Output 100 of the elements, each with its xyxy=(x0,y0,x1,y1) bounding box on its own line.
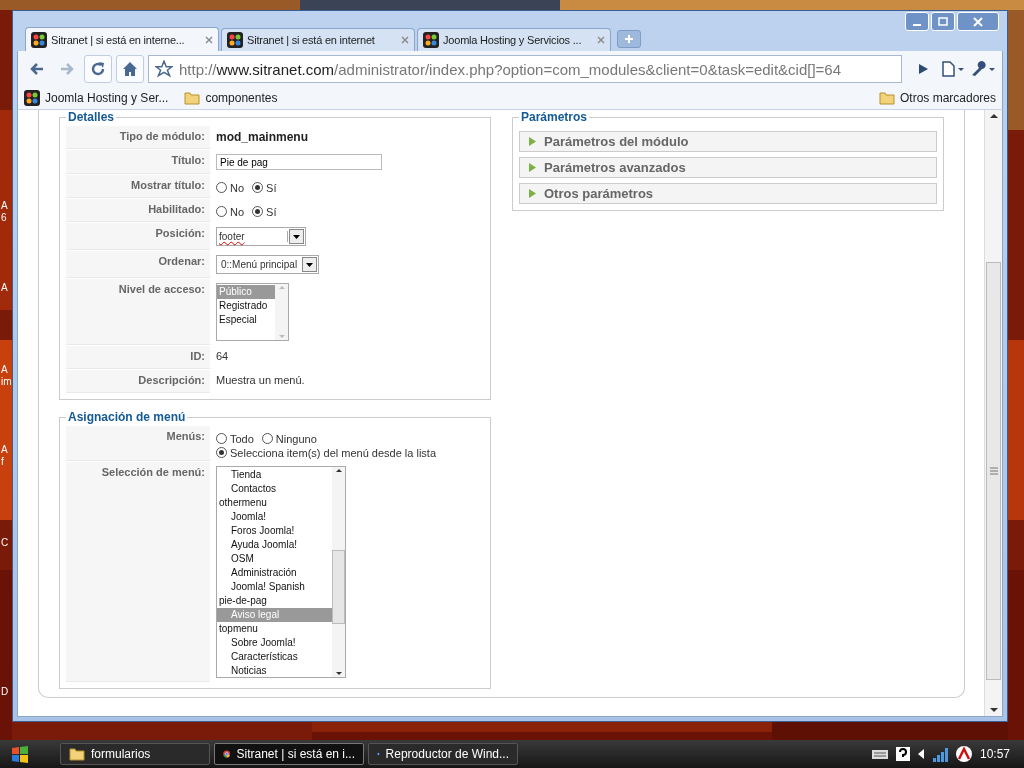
back-icon[interactable] xyxy=(29,61,45,77)
list-item[interactable]: Especial xyxy=(217,313,275,327)
wrench-icon[interactable] xyxy=(970,61,996,77)
reload-icon xyxy=(90,61,106,77)
home-icon xyxy=(122,61,138,77)
close-icon xyxy=(205,35,213,44)
list-item[interactable]: Tienda xyxy=(217,468,332,482)
radio-label: Selecciona item(s) del menú desde la lista xyxy=(230,446,437,459)
taskbar-button[interactable]: Sitranet | si está en i... xyxy=(214,743,364,765)
browser-tab[interactable]: Joomla Hosting y Servicios ... xyxy=(417,28,611,51)
clock: 10:57 xyxy=(979,747,1010,761)
bookmark-folder[interactable]: Otros marcadores xyxy=(878,91,996,105)
list-item[interactable]: OSM xyxy=(217,552,332,566)
radio-label: No xyxy=(230,181,245,194)
close-icon xyxy=(401,36,409,44)
browser-tab[interactable]: Sitranet | si está en internet xyxy=(221,28,415,51)
caret-icon[interactable] xyxy=(917,749,924,759)
list-item[interactable]: Joomla! xyxy=(217,510,332,524)
radio-label: Sí xyxy=(266,181,277,194)
list-item[interactable]: Registrado xyxy=(217,299,275,313)
list-group-label: pie-de-pag xyxy=(218,594,268,608)
site-icon xyxy=(423,32,439,48)
radio-label: Sí xyxy=(266,205,277,218)
list-item[interactable]: Ayuda Joomla! xyxy=(217,538,332,552)
scrollbar[interactable] xyxy=(275,284,288,340)
folder-icon xyxy=(184,91,201,105)
help-icon[interactable] xyxy=(895,747,910,761)
dropdown[interactable]: footer xyxy=(216,227,306,246)
field-label: ID: xyxy=(66,346,210,369)
radio-label: Todo xyxy=(230,432,254,445)
field-value: Muestra un menú. xyxy=(216,373,305,386)
taskbar-button[interactable]: formularios xyxy=(60,743,210,765)
page-menu-icon[interactable] xyxy=(941,61,965,77)
field-label: Posición: xyxy=(66,223,210,250)
triangle-right-icon xyxy=(528,163,536,172)
field-label: Habilitado: xyxy=(66,199,210,222)
site-icon xyxy=(227,32,243,48)
input-field[interactable]: Pie de pag xyxy=(216,154,382,170)
reload-button[interactable] xyxy=(84,55,112,83)
grip-icon xyxy=(989,467,998,475)
bookmark-folder[interactable]: componentes xyxy=(184,90,278,106)
arrow-down-icon xyxy=(334,670,343,677)
radio-button[interactable] xyxy=(216,446,227,458)
caret-icon xyxy=(292,232,301,241)
scrollbar[interactable] xyxy=(984,110,1002,716)
list-item[interactable]: Características xyxy=(217,650,332,664)
folder-icon xyxy=(69,747,85,761)
close-button[interactable] xyxy=(957,12,999,31)
section-title: Parámetros xyxy=(520,110,589,124)
radio-button[interactable] xyxy=(261,432,273,444)
go-icon[interactable] xyxy=(917,63,929,75)
url-text: http://www.sitranet.com/administrator/index.php?option=com_modules&client=0&task=edit&cid[]=64 xyxy=(179,60,842,78)
star-icon[interactable] xyxy=(155,60,173,78)
antivirus-icon[interactable] xyxy=(955,746,972,762)
radio-label: Ninguno xyxy=(275,432,317,445)
maximize-button[interactable] xyxy=(931,12,955,31)
radio-button[interactable] xyxy=(216,181,227,193)
list-item[interactable]: Foros Joomla! xyxy=(217,524,332,538)
dropdown[interactable]: 0::Menú principal xyxy=(216,255,320,274)
taskbar-button[interactable]: Reproductor de Wind... xyxy=(368,743,518,765)
field-label: Nivel de acceso: xyxy=(66,279,210,345)
close-icon xyxy=(973,16,983,27)
site-icon xyxy=(24,90,40,106)
arrow-up-icon xyxy=(277,284,286,291)
list-item[interactable]: Contactos xyxy=(217,482,332,496)
scrollbar[interactable] xyxy=(332,467,345,677)
radio-button[interactable] xyxy=(216,432,227,444)
arrow-up-icon xyxy=(334,467,343,474)
address-bar[interactable]: http://www.sitranet.com/administrator/index.php?option=com_modules&client=0&task=edit&cid[]=64 xyxy=(148,55,902,83)
field-label: Menús: xyxy=(66,426,210,461)
list-item[interactable]: Joomla! Spanish xyxy=(217,580,332,594)
list-box[interactable]: Tienda Contactos othermenu Joomla! Foros Joomla! Ayuda Joomla! OSM Administración Joomla! Spanish pie-de-pag Aviso legal topmenu Sobre Joomla! Características Noticias xyxy=(216,466,346,678)
radio-label: No xyxy=(230,205,245,218)
field-value: 64 xyxy=(216,349,229,362)
triangle-right-icon xyxy=(528,189,536,198)
radio-button[interactable] xyxy=(252,205,264,217)
triangle-right-icon xyxy=(528,137,536,146)
scrollbar-thumb[interactable] xyxy=(986,262,1001,680)
accordion-header[interactable]: Parámetros avanzados xyxy=(519,157,937,178)
list-item[interactable]: Sobre Joomla! xyxy=(217,636,332,650)
list-item[interactable]: Noticias xyxy=(217,664,332,677)
folder-icon xyxy=(878,91,895,105)
accordion-header[interactable]: Otros parámetros xyxy=(519,183,937,204)
browser-tab[interactable]: Sitranet | si está en interne... xyxy=(25,27,219,51)
radio-button[interactable] xyxy=(216,205,227,217)
section-title: Detalles xyxy=(67,110,116,124)
scrollbar-thumb[interactable] xyxy=(332,550,345,624)
keyboard-icon[interactable] xyxy=(871,748,888,760)
signal-icon[interactable] xyxy=(931,746,948,762)
list-item[interactable]: Administración xyxy=(217,566,332,580)
minimize-icon xyxy=(913,24,921,26)
minimize-button[interactable] xyxy=(905,12,929,31)
radio-button[interactable] xyxy=(252,181,264,193)
maximize-icon xyxy=(938,16,948,27)
home-button[interactable] xyxy=(116,55,144,83)
accordion-header[interactable]: Parámetros del módulo xyxy=(519,131,937,152)
new-tab-button[interactable] xyxy=(617,30,641,48)
list-group-label: othermenu xyxy=(218,496,268,510)
bookmark[interactable]: Joomla Hosting y Ser... xyxy=(24,90,169,106)
list-box[interactable]: Público Registrado Especial xyxy=(216,283,289,341)
